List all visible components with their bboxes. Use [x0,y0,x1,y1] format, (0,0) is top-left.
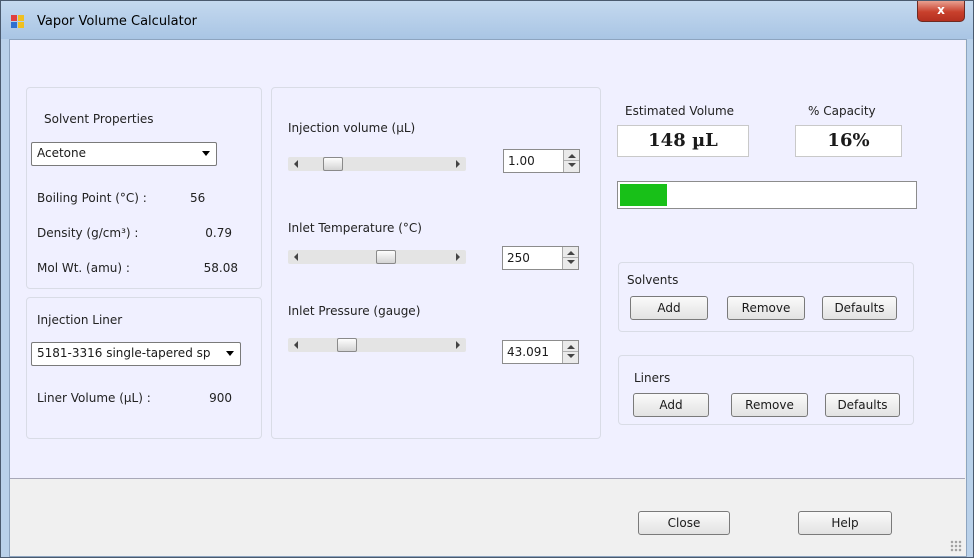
arrow-down-icon [568,163,576,167]
density-value: 0.79 [205,226,232,240]
inlet-pressure-value: 43.091 [507,345,549,359]
inlet-pressure-label: Inlet Pressure (gauge) [288,304,421,318]
inlet-temperature-value: 250 [507,251,530,265]
solvents-add-button[interactable]: Add [630,296,708,320]
arrow-up-icon [568,154,576,158]
arrow-right-icon [456,160,460,168]
title-bar: Vapor Volume Calculator x [1,1,973,39]
inlet-temperature-slider[interactable] [288,250,466,264]
inlet-pressure-slider[interactable] [288,338,466,352]
spinner-buttons[interactable] [563,150,579,172]
close-button[interactable]: Close [638,511,730,535]
liners-group-title: Liners [634,371,671,385]
solvents-defaults-button[interactable]: Defaults [822,296,897,320]
injection-volume-slider[interactable] [288,157,466,171]
slider-thumb[interactable] [337,338,358,352]
chevron-down-icon [202,151,210,156]
arrow-down-icon [567,354,575,358]
liners-defaults-button[interactable]: Defaults [825,393,900,417]
liners-remove-button[interactable]: Remove [731,393,808,417]
slider-thumb[interactable] [322,157,343,171]
density-label: Density (g/cm³) : [37,226,139,240]
liner-combo-value: 5181-3316 single-tapered sp [37,346,211,360]
injection-volume-value: 1.00 [508,154,535,168]
arrow-right-icon [456,341,460,349]
estimated-volume-label: Estimated Volume [625,104,735,118]
arrow-up-icon [567,345,575,349]
capacity-value: 16% [795,125,902,157]
capacity-progress-bar [617,181,917,209]
estimated-volume-value: 148 µL [617,125,749,157]
capacity-progress-fill [620,184,668,206]
slider-thumb[interactable] [375,250,396,264]
injection-volume-spinner[interactable]: 1.00 [503,149,580,173]
inlet-pressure-spinner[interactable]: 43.091 [502,340,579,364]
injection-liner-heading: Injection Liner [37,313,123,327]
liner-volume-value: 900 [209,391,232,405]
boiling-point-label: Boiling Point (°C) : [37,191,147,205]
arrow-up-icon [567,251,575,255]
help-button[interactable]: Help [798,511,892,535]
liner-combo[interactable]: 5181-3316 single-tapered sp [31,342,241,366]
arrow-down-icon [567,260,575,264]
mol-wt-label: Mol Wt. (amu) : [37,261,130,275]
close-icon: x [937,3,945,17]
liners-add-button[interactable]: Add [633,393,709,417]
solvent-combo-value: Acetone [37,146,87,160]
arrow-left-icon [294,341,298,349]
chevron-down-icon [226,351,234,356]
liner-volume-label: Liner Volume (µL) : [37,391,151,405]
solvent-combo[interactable]: Acetone [31,142,217,166]
close-window-button[interactable]: x [917,1,965,22]
arrow-left-icon [294,160,298,168]
arrow-right-icon [456,253,460,261]
capacity-label: % Capacity [808,104,876,118]
window-title: Vapor Volume Calculator [37,14,198,29]
spinner-buttons[interactable] [562,341,578,363]
resize-grip[interactable] [950,540,962,552]
solvents-remove-button[interactable]: Remove [727,296,805,320]
arrow-left-icon [294,253,298,261]
injection-volume-label: Injection volume (µL) [288,121,416,135]
mol-wt-value: 58.08 [203,261,238,275]
solvent-properties-heading: Solvent Properties [44,112,154,126]
inlet-temperature-spinner[interactable]: 250 [502,246,579,270]
app-icon [11,15,25,29]
spinner-buttons[interactable] [562,247,578,269]
inlet-temperature-label: Inlet Temperature (°C) [288,221,422,235]
boiling-point-value: 56 [190,191,206,205]
solvents-group-title: Solvents [627,273,679,287]
